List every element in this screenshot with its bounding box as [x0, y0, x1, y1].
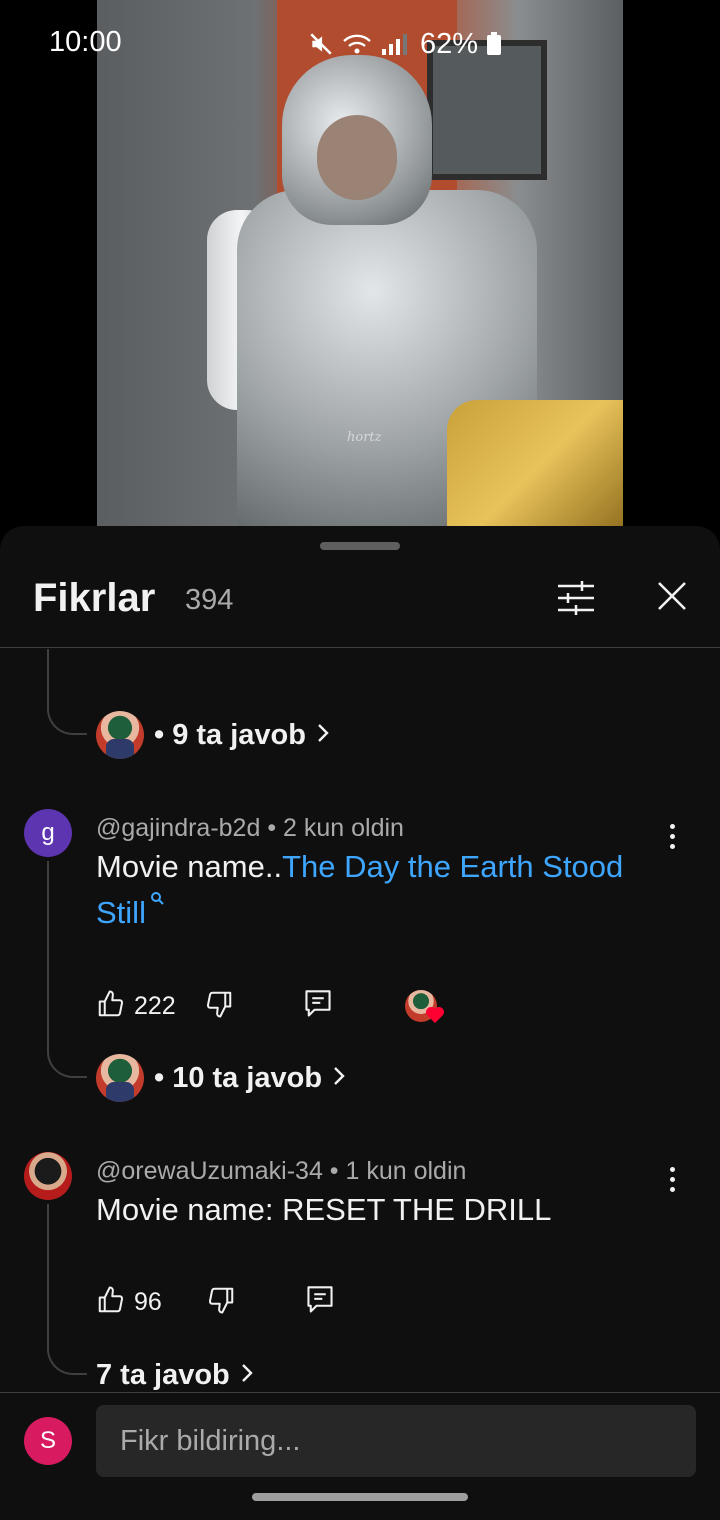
video-scene-robot-arm [447, 400, 623, 526]
comment-composer: S [0, 1392, 720, 1520]
meta-separator: • [267, 814, 284, 842]
thumbs-up-icon [96, 1285, 126, 1320]
reply-button[interactable] [304, 986, 332, 1026]
creator-heart [405, 990, 445, 1030]
video-watermark: hortz [347, 430, 382, 445]
battery-percent: 62% [420, 27, 479, 60]
comment-meta: @orewaUzumaki-34 • 1 kun oldin [96, 1157, 466, 1186]
comments-sheet: Fikrlar 394 • 9 ta javob g @gajindra-b2d… [0, 526, 720, 1520]
heart-icon [425, 1006, 445, 1029]
close-icon [656, 580, 688, 617]
creator-avatar [96, 711, 144, 759]
thread-connector [47, 1042, 87, 1078]
chevron-right-icon [316, 722, 330, 749]
view-replies-button[interactable]: 7 ta javob [96, 1349, 254, 1392]
like-button[interactable]: 96 [96, 1282, 162, 1322]
thumbs-down-icon [206, 1285, 236, 1320]
search-icon [146, 892, 166, 930]
replies-label: • 9 ta javob [154, 718, 306, 751]
view-replies-button[interactable]: • 10 ta javob [96, 1052, 346, 1104]
like-button[interactable]: 222 [96, 986, 176, 1026]
battery-icon [486, 32, 502, 56]
home-indicator[interactable] [252, 1493, 468, 1501]
mute-icon [308, 31, 334, 57]
thread-connector [47, 1339, 87, 1375]
comment-actions: 96 [96, 1282, 334, 1322]
close-button[interactable] [648, 574, 696, 622]
more-dot [669, 823, 675, 829]
like-count: 96 [134, 1287, 162, 1316]
comment-text-plain: Movie name.. [96, 849, 283, 884]
filter-icon [556, 580, 596, 621]
creator-avatar [96, 1054, 144, 1102]
more-dot [669, 1186, 675, 1192]
sheet-title: Fikrlar [33, 576, 156, 620]
more-options-button[interactable] [660, 1159, 684, 1199]
comment-avatar[interactable] [24, 1152, 72, 1200]
thumbs-up-icon [96, 989, 126, 1024]
status-icons: 62% [308, 28, 502, 60]
reply-icon [306, 1285, 334, 1320]
comment-actions: 222 [96, 986, 332, 1026]
status-time: 10:00 [49, 26, 122, 58]
status-bar: 10:00 62% [0, 0, 720, 86]
view-replies-button[interactable]: • 9 ta javob [96, 709, 330, 761]
comment-time: 2 kun oldin [283, 814, 404, 842]
comments-list: • 9 ta javob g @gajindra-b2d • 2 kun old… [0, 649, 720, 1392]
dislike-button[interactable] [206, 1282, 236, 1322]
more-dot [669, 843, 675, 849]
wifi-icon [342, 31, 372, 57]
chevron-right-icon [332, 1065, 346, 1092]
user-avatar: S [24, 1417, 72, 1465]
more-dot [669, 833, 675, 839]
filter-button[interactable] [550, 576, 602, 624]
comment-text: Movie name..The Day the Earth Stood Stil… [96, 844, 656, 936]
comment-input[interactable] [96, 1405, 696, 1477]
reply-icon [304, 989, 332, 1024]
thread-line [47, 649, 49, 699]
sheet-header: Fikrlar 394 [0, 562, 720, 648]
dislike-button[interactable] [204, 986, 234, 1026]
replies-label: • 10 ta javob [154, 1061, 323, 1094]
more-dot [669, 1166, 675, 1172]
comment-time: 1 kun oldin [345, 1157, 467, 1185]
more-dot [669, 1176, 675, 1182]
comment-author[interactable]: @orewaUzumaki-34 [96, 1157, 323, 1185]
comment-count: 394 [185, 584, 234, 616]
comment-text: Movie name: RESET THE DRILL [96, 1192, 552, 1227]
thread-line [47, 861, 49, 1043]
thumbs-down-icon [204, 989, 234, 1024]
comment-avatar[interactable]: g [24, 809, 72, 857]
video-scene-face [317, 115, 397, 200]
signal-icon [380, 31, 408, 57]
drag-handle[interactable] [320, 542, 400, 550]
thread-line [47, 1204, 49, 1339]
chevron-right-icon [240, 1362, 254, 1389]
comment-meta: @gajindra-b2d • 2 kun oldin [96, 814, 404, 843]
reply-button[interactable] [306, 1282, 334, 1322]
meta-separator: • [329, 1157, 346, 1185]
more-options-button[interactable] [660, 816, 684, 856]
replies-label: 7 ta javob [96, 1358, 230, 1391]
like-count: 222 [134, 991, 176, 1020]
thread-connector [47, 699, 87, 735]
comment-author[interactable]: @gajindra-b2d [96, 814, 260, 842]
